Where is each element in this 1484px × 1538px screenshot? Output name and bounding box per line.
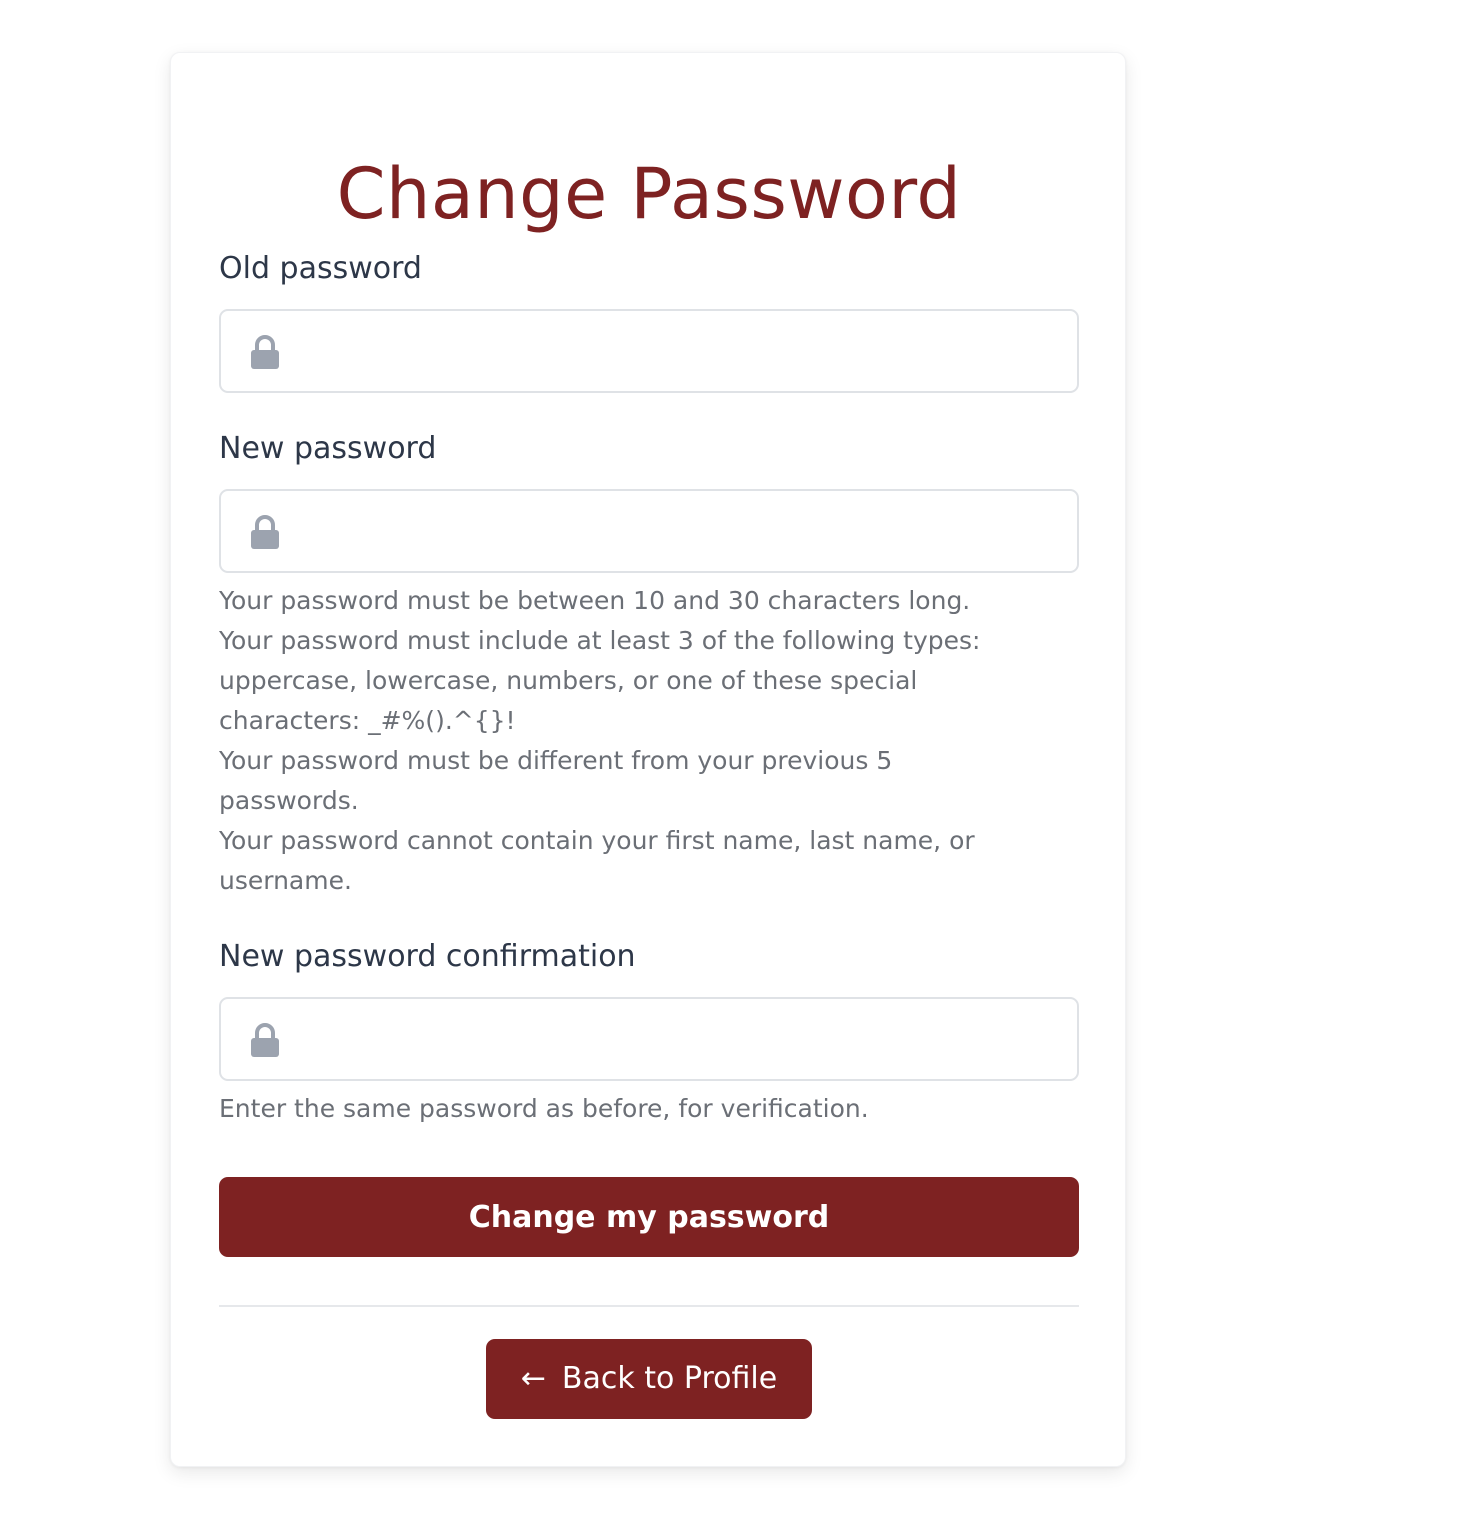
help-line: uppercase, lowercase, numbers, or one of… <box>219 666 918 695</box>
change-password-card: Change Password Old password New passwor… <box>170 52 1126 1467</box>
help-line: Your password cannot contain your first … <box>219 826 975 855</box>
lock-icon <box>251 335 279 369</box>
help-line: passwords. <box>219 786 359 815</box>
help-line: characters: _#%().^{}! <box>219 706 516 735</box>
new-password-label: New password <box>219 431 437 466</box>
help-line: Your password must be between 10 and 30 … <box>219 586 971 615</box>
old-password-input[interactable] <box>291 311 1065 393</box>
page-title: Change Password <box>336 153 962 235</box>
confirm-password-input[interactable] <box>291 999 1065 1081</box>
new-password-field[interactable] <box>219 489 1079 573</box>
new-password-help: Your password must be between 10 and 30 … <box>219 581 1099 901</box>
back-to-profile-label: Back to Profile <box>561 1361 778 1396</box>
confirm-password-help: Enter the same password as before, for v… <box>219 1094 869 1123</box>
help-line: username. <box>219 866 352 895</box>
change-password-button[interactable]: Change my password <box>219 1177 1079 1257</box>
old-password-label: Old password <box>219 251 422 286</box>
back-to-profile-button[interactable]: ← Back to Profile <box>486 1339 812 1419</box>
new-password-input[interactable] <box>291 491 1065 573</box>
lock-icon <box>251 1023 279 1057</box>
divider <box>219 1305 1079 1307</box>
confirm-password-label: New password confirmation <box>219 939 636 974</box>
old-password-field[interactable] <box>219 309 1079 393</box>
help-line: Your password must include at least 3 of… <box>219 626 981 655</box>
arrow-left-icon: ← <box>520 1361 546 1396</box>
lock-icon <box>251 515 279 549</box>
help-line: Your password must be different from you… <box>219 746 893 775</box>
confirm-password-field[interactable] <box>219 997 1079 1081</box>
